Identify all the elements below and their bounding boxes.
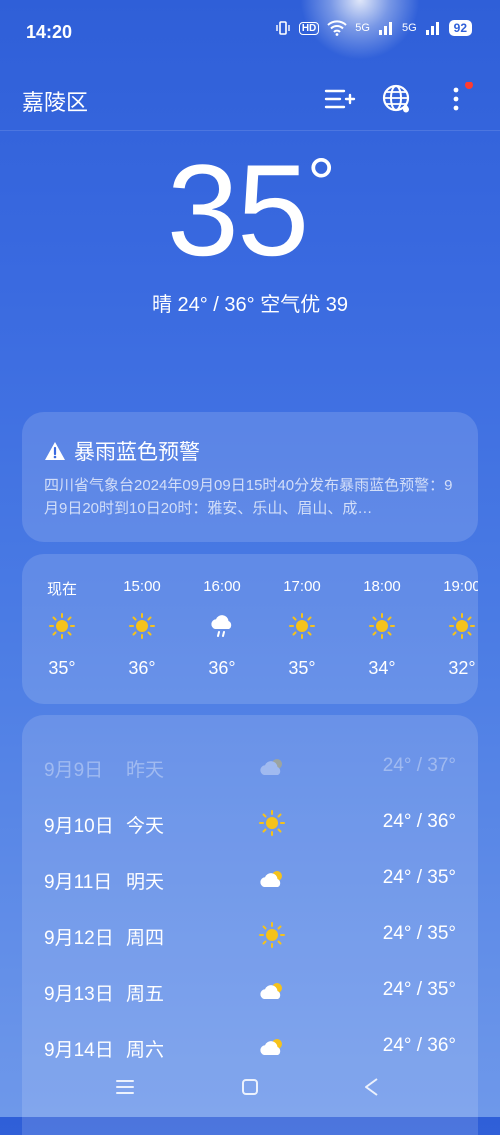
partly-cloudy-icon (260, 983, 282, 999)
hour-label: 17:00 (283, 578, 321, 595)
hour-label: 15:00 (123, 578, 161, 595)
day-date: 9月11日 (44, 872, 113, 893)
hour-label: 19:00 (443, 578, 478, 595)
daily-row[interactable]: 9月12日 周四 24° / 35° (22, 915, 478, 955)
day-date: 9月10日 (44, 816, 114, 837)
current-temp-value: 35 (166, 137, 310, 283)
degree-symbol: ° (307, 144, 335, 222)
alert-title-text: 暴雨蓝色预警 (74, 441, 200, 464)
signal-icon-2 (425, 22, 439, 35)
day-temp-range: 24° / 35° (382, 923, 456, 944)
current-temperature: 35° (0, 135, 500, 285)
day-temp-range: 24° / 37° (382, 755, 456, 776)
day-date: 9月13日 (44, 984, 114, 1005)
sun-icon (49, 613, 75, 639)
signal-icon (378, 22, 392, 35)
day-name: 明天 (126, 872, 165, 893)
sun-icon (259, 922, 285, 948)
weather-alert-card[interactable]: 暴雨蓝色预警 四川省气象台2024年09月09日15时40分发布暴雨蓝色预警：9… (22, 412, 478, 542)
day-temp-range: 24° / 36° (382, 811, 456, 832)
day-temp-range: 24° / 35° (382, 867, 456, 888)
day-temp-range: 24° / 35° (382, 979, 456, 1000)
day-date: 9月9日 (44, 760, 104, 781)
hour-label: 现在 (46, 581, 77, 598)
alert-title: 暴雨蓝色预警 (44, 436, 200, 466)
network-label-1: 5G (355, 22, 370, 34)
rain-cloud-icon (211, 615, 232, 637)
daily-row[interactable]: 9月11日 明天 24° / 35° (22, 859, 478, 899)
system-navigation-bar (0, 1057, 500, 1117)
day-date: 9月12日 (44, 928, 114, 949)
hour-temp: 34° (368, 658, 396, 678)
globe-icon[interactable] (380, 82, 414, 116)
day-name: 周五 (126, 984, 165, 1005)
hour-temp: 36° (128, 658, 156, 678)
daily-row[interactable]: 9月13日 周五 24° / 35° (22, 971, 478, 1011)
more-menu-icon[interactable] (440, 82, 474, 116)
city-name[interactable]: 嘉陵区 (22, 85, 88, 117)
back-nav-icon[interactable] (358, 1073, 386, 1101)
day-name: 周四 (126, 928, 165, 949)
battery-indicator: 92 (448, 20, 472, 36)
day-name: 今天 (126, 816, 165, 837)
daily-row[interactable]: 9月10日 今天 24° / 36° (22, 803, 478, 843)
home-nav-icon[interactable] (236, 1073, 264, 1101)
sun-icon (129, 613, 155, 639)
hour-temp: 32° (448, 658, 476, 678)
hour-label: 18:00 (363, 578, 401, 595)
day-name: 昨天 (126, 760, 165, 781)
partly-cloudy-icon (260, 871, 282, 887)
hour-temp: 35° (288, 658, 316, 678)
manage-cities-icon[interactable] (322, 82, 356, 116)
sun-icon (289, 613, 315, 639)
hd-badge: HD (298, 21, 320, 35)
weather-summary: 晴 24° / 36° 空气优 39 (151, 294, 349, 316)
alert-description: 四川省气象台2024年09月09日15时40分发布暴雨蓝色预警：9月9日20时到… (44, 477, 453, 517)
wifi-icon (327, 20, 347, 36)
hour-label: 16:00 (203, 578, 241, 595)
vibrate-icon (276, 21, 290, 35)
status-time: 14:20 (26, 22, 73, 42)
warning-icon (45, 442, 65, 460)
sun-icon (259, 810, 285, 836)
status-icons: HD 5G 5G 92 (275, 20, 472, 36)
sun-icon (369, 613, 395, 639)
top-bar: 嘉陵区 (0, 70, 500, 131)
sun-icon (449, 613, 475, 639)
hourly-forecast[interactable]: 现在 35° 15:00 36° 16:00 36° 17:00 35° 18:… (22, 554, 478, 704)
network-label-2: 5G (401, 22, 417, 34)
cloudy-icon (260, 759, 282, 775)
menu-nav-icon[interactable] (111, 1073, 139, 1101)
day-temp-range: 24° / 36° (382, 1035, 456, 1056)
status-bar: 14:20 HD 5G 5G 92 (0, 0, 500, 60)
daily-row[interactable]: 9月9日 昨天 24° / 37° (22, 747, 478, 787)
hour-temp: 36° (208, 658, 236, 678)
hour-temp: 35° (48, 658, 76, 678)
